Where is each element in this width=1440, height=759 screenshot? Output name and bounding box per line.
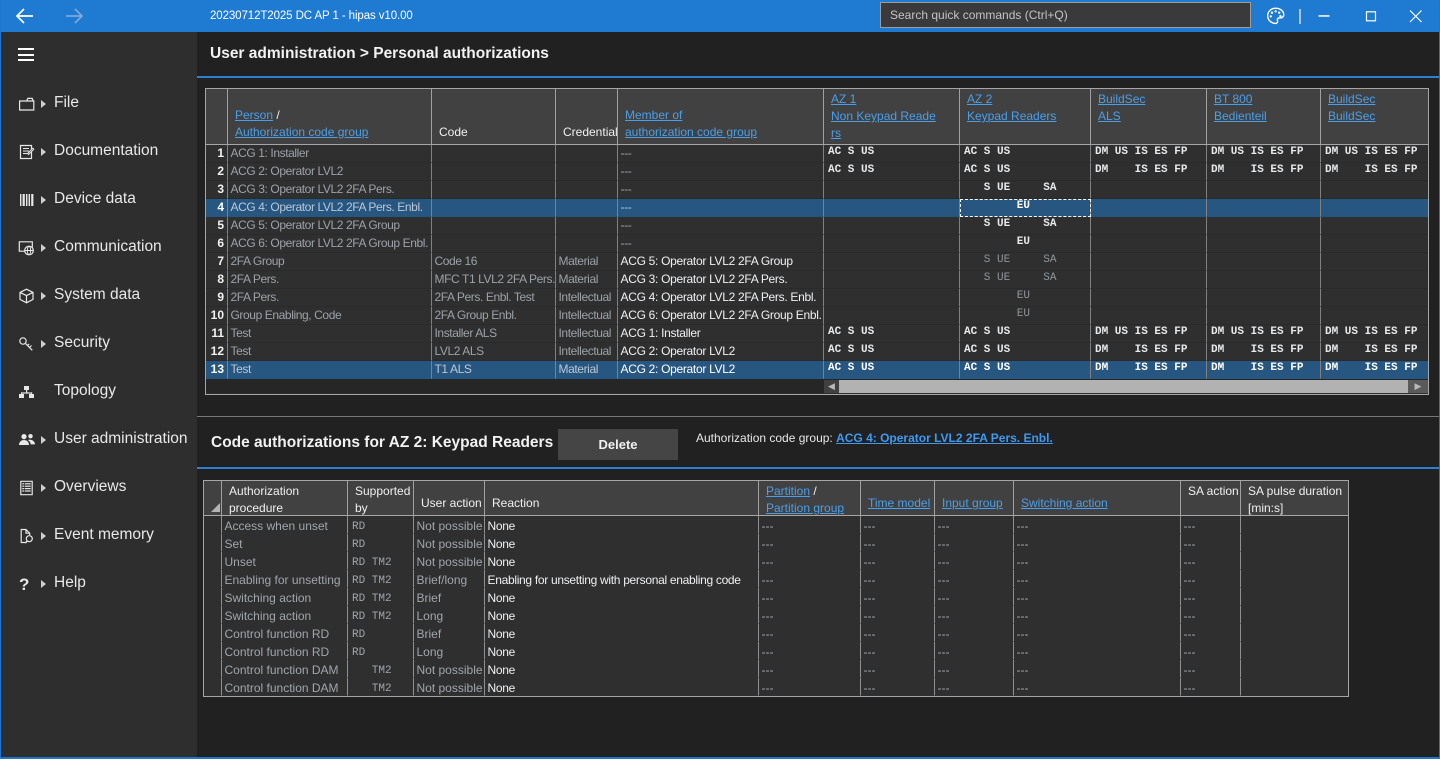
svg-text:?: ? [19, 576, 29, 592]
